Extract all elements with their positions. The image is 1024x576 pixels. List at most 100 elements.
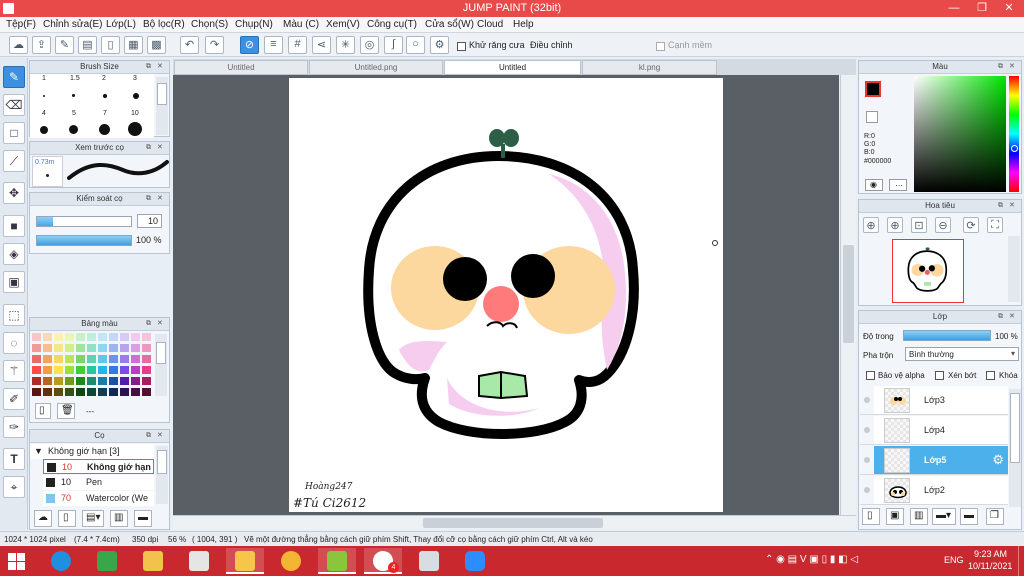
scroll-thumb[interactable] xyxy=(423,518,603,528)
palette-swatch[interactable] xyxy=(120,377,129,385)
palette-swatch[interactable] xyxy=(109,377,118,385)
scroll-thumb[interactable] xyxy=(157,450,167,474)
brush-item[interactable]: 70 Watercolor (We xyxy=(43,491,154,506)
taskbar-app[interactable] xyxy=(180,548,218,574)
close-icon[interactable]: ✕ xyxy=(157,432,165,440)
maximize-button[interactable]: ❐ xyxy=(968,0,996,17)
taskbar-ie[interactable] xyxy=(42,548,80,574)
undo-button[interactable]: ↶ xyxy=(180,36,199,54)
layer-scrollbar[interactable] xyxy=(1009,389,1021,507)
taskbar-game[interactable] xyxy=(318,548,356,574)
size-input[interactable]: 10 xyxy=(137,214,162,228)
menu-view[interactable]: Xem(V) xyxy=(326,19,360,30)
palette-swatch[interactable] xyxy=(76,377,85,385)
palette-swatch[interactable] xyxy=(65,355,74,363)
palette-swatch[interactable] xyxy=(32,333,41,341)
navigator-scrollbar[interactable] xyxy=(1008,236,1020,302)
layer-row[interactable]: Lớp3 xyxy=(874,386,1008,415)
palette-swatch[interactable] xyxy=(54,388,63,396)
palette-swatch[interactable] xyxy=(43,377,52,385)
show-desktop-button[interactable] xyxy=(1018,546,1024,576)
palette-swatch[interactable] xyxy=(65,388,74,396)
palette-swatch[interactable] xyxy=(131,344,140,352)
hue-slider[interactable] xyxy=(1009,76,1019,192)
palette-swatch[interactable] xyxy=(87,333,96,341)
palette-swatch[interactable] xyxy=(120,366,129,374)
clock-date[interactable]: 10/11/2021 xyxy=(968,561,1012,571)
palette-swatch[interactable] xyxy=(98,333,107,341)
tab-kl-png[interactable]: kl.png xyxy=(582,60,717,75)
palette-swatch[interactable] xyxy=(54,355,63,363)
palette-swatch[interactable] xyxy=(43,355,52,363)
snap-perspective-button[interactable]: ⋖ xyxy=(312,36,331,54)
snap-curve-button[interactable]: ∫ xyxy=(384,36,403,54)
fullscreen-button[interactable]: ⛶ xyxy=(987,217,1003,233)
palette-swatch[interactable] xyxy=(76,344,85,352)
soft-edge-checkbox[interactable] xyxy=(656,42,665,51)
palette-swatch[interactable] xyxy=(98,366,107,374)
menu-layer[interactable]: Lớp(L) xyxy=(106,19,136,30)
palette-new-button[interactable]: ▯ xyxy=(35,403,51,419)
share-button[interactable]: ⇪ xyxy=(32,36,51,54)
palette-picker-button[interactable]: ◉ xyxy=(865,179,883,191)
visibility-toggle[interactable] xyxy=(860,476,874,505)
opacity-slider[interactable] xyxy=(36,235,132,246)
settings-button[interactable]: ⚙ xyxy=(430,36,449,54)
size-dot[interactable] xyxy=(99,124,110,135)
lock-checkbox[interactable] xyxy=(986,371,995,380)
move-tool[interactable]: ✥ xyxy=(3,182,25,204)
palette-swatch[interactable] xyxy=(76,388,85,396)
brush-tool[interactable]: ✎ xyxy=(3,66,25,88)
antialias-checkbox[interactable] xyxy=(457,42,466,51)
palette-swatch[interactable] xyxy=(98,344,107,352)
expand-icon[interactable]: ⧉ xyxy=(998,313,1006,321)
palette-swatch[interactable] xyxy=(120,344,129,352)
magic-wand-tool[interactable]: ⚚ xyxy=(3,360,25,382)
taskbar-jumppaint[interactable] xyxy=(226,548,264,574)
minimize-button[interactable]: — xyxy=(940,0,968,17)
taskbar-explorer[interactable] xyxy=(134,548,172,574)
scroll-thumb[interactable] xyxy=(157,83,167,105)
snap-ellipse-button[interactable]: ○ xyxy=(406,36,425,54)
layer-row[interactable]: Lớp4 xyxy=(874,416,1008,445)
palette-swatch[interactable] xyxy=(98,377,107,385)
taskbar-device[interactable] xyxy=(410,548,448,574)
comment-button[interactable]: ✎ xyxy=(55,36,74,54)
palette-delete-button[interactable]: 🗑 xyxy=(57,403,75,419)
taskbar-zoom[interactable] xyxy=(456,548,494,574)
size-dot[interactable] xyxy=(43,95,45,97)
palette-swatch[interactable] xyxy=(87,355,96,363)
palette-swatch[interactable] xyxy=(32,388,41,396)
close-icon[interactable]: ✕ xyxy=(157,195,165,203)
palette-swatch[interactable] xyxy=(142,377,151,385)
palette-swatch[interactable] xyxy=(131,333,140,341)
close-icon[interactable]: ✕ xyxy=(157,320,165,328)
snap-radial-button[interactable]: ✳ xyxy=(336,36,355,54)
palette-swatch[interactable] xyxy=(76,333,85,341)
size-dot[interactable] xyxy=(69,125,78,134)
palette-swatch[interactable] xyxy=(87,366,96,374)
brush-folder-button[interactable]: ▬ xyxy=(134,510,152,527)
taskbar-store[interactable] xyxy=(88,548,126,574)
size-dot[interactable] xyxy=(40,126,48,134)
select-eraser-tool[interactable]: ✑ xyxy=(3,416,25,438)
horizontal-scrollbar[interactable] xyxy=(173,515,856,530)
palette-swatch[interactable] xyxy=(43,366,52,374)
palette-swatch[interactable] xyxy=(32,344,41,352)
palette-swatch[interactable] xyxy=(87,377,96,385)
select-rect-tool[interactable]: ⬚ xyxy=(3,304,25,326)
palette-swatch[interactable] xyxy=(43,333,52,341)
palette-swatch[interactable] xyxy=(142,355,151,363)
zoom-in-button[interactable]: ⊕ xyxy=(863,217,879,233)
layer-row[interactable]: Lớp2 xyxy=(874,476,1008,505)
palette-swatch[interactable] xyxy=(76,355,85,363)
operation-tool[interactable]: ⌖ xyxy=(3,476,25,498)
correction-tool[interactable]: ⟋ xyxy=(3,150,25,172)
lasso-tool[interactable]: ◌ xyxy=(3,332,25,354)
foreground-color[interactable] xyxy=(865,81,881,97)
menu-cloud[interactable]: Cloud xyxy=(477,19,503,30)
shape-tool[interactable]: □ xyxy=(3,122,25,144)
layer-copy-button[interactable]: ❐ xyxy=(986,508,1004,525)
layer-menu-button[interactable]: ▬▾ xyxy=(932,508,956,525)
palette-swatch[interactable] xyxy=(87,344,96,352)
